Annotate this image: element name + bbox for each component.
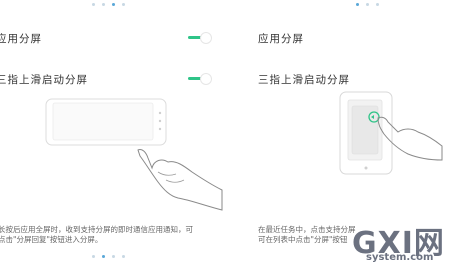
- tip-line-1: 长按后应用全屏时，收到支持分屏的即时通信应用通知，可: [0, 225, 193, 234]
- pager-dot[interactable]: [92, 255, 95, 258]
- panel-divider: [226, 0, 238, 265]
- tip-line-2: 点击"分屏回复"按钮进入分屏。: [0, 235, 103, 244]
- left-settings-panel: 应用分屏 三指上滑启动分屏 长按后应用全屏时，收到支持分屏的即时通信应用通知，可…: [0, 0, 232, 265]
- pager-dot[interactable]: [122, 255, 125, 258]
- watermark-domain: system.com: [366, 252, 434, 263]
- pager-dots-bottom: [92, 255, 125, 258]
- tip-line-1: 在最近任务中，点击支持分屏: [258, 225, 356, 234]
- tip-line-2: 可在列表中点击"分屏"按钮: [258, 235, 348, 244]
- site-watermark: GXI网 system.com: [352, 222, 448, 265]
- pager-dot[interactable]: [112, 255, 115, 258]
- pager-dot-active[interactable]: [102, 255, 105, 258]
